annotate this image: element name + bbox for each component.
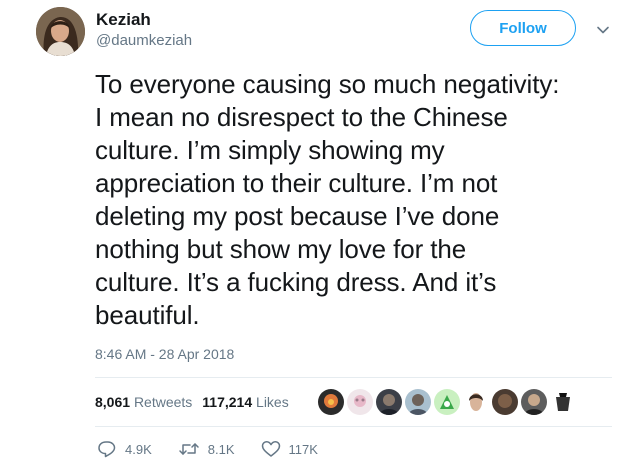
follow-button[interactable]: Follow <box>470 10 576 46</box>
avatar[interactable] <box>36 7 85 56</box>
tweet-text: To everyone causing so much negativity: … <box>95 69 560 330</box>
liker-avatar[interactable] <box>376 389 402 415</box>
author-handle[interactable]: @daumkeziah <box>96 32 192 49</box>
likes-count: 117,214 <box>202 394 253 410</box>
liker-avatar[interactable] <box>463 389 489 415</box>
tweet-stats: 8,061 Retweets 117,214 Likes <box>95 394 289 410</box>
retweets-label: Retweets <box>133 394 193 410</box>
author-name[interactable]: Keziah <box>96 10 151 30</box>
liker-avatar[interactable] <box>405 389 431 415</box>
liker-avatar[interactable] <box>550 389 576 415</box>
like-count: 117K <box>288 441 318 457</box>
reply-count: 4.9K <box>125 441 152 457</box>
liker-avatar[interactable] <box>318 389 344 415</box>
reply-icon <box>98 441 116 458</box>
liker-avatar[interactable] <box>347 389 373 415</box>
divider <box>95 377 612 378</box>
tweet-timestamp[interactable]: 8:46 AM - 28 Apr 2018 <box>95 346 234 362</box>
liker-avatar[interactable] <box>434 389 460 415</box>
retweets-count: 8,061 <box>95 394 131 410</box>
retweet-button[interactable]: 8.1K <box>178 440 235 458</box>
liker-avatar[interactable] <box>521 389 547 415</box>
tweet-card: Keziah @daumkeziah Follow To everyone ca… <box>0 0 635 473</box>
heart-icon <box>261 441 280 457</box>
like-button[interactable]: 117K <box>261 440 318 458</box>
chevron-down-icon[interactable] <box>595 22 611 38</box>
retweet-icon <box>179 443 199 455</box>
retweets-stat[interactable]: 8,061 Retweets <box>95 394 192 410</box>
likes-stat[interactable]: 117,214 Likes <box>202 394 288 410</box>
liker-avatars <box>318 389 576 415</box>
divider <box>95 426 612 427</box>
tweet-actions: 4.9K 8.1K 117K <box>97 440 344 458</box>
liker-avatar[interactable] <box>492 389 518 415</box>
likes-label: Likes <box>256 394 289 410</box>
retweet-count: 8.1K <box>207 441 235 457</box>
reply-button[interactable]: 4.9K <box>97 440 152 458</box>
